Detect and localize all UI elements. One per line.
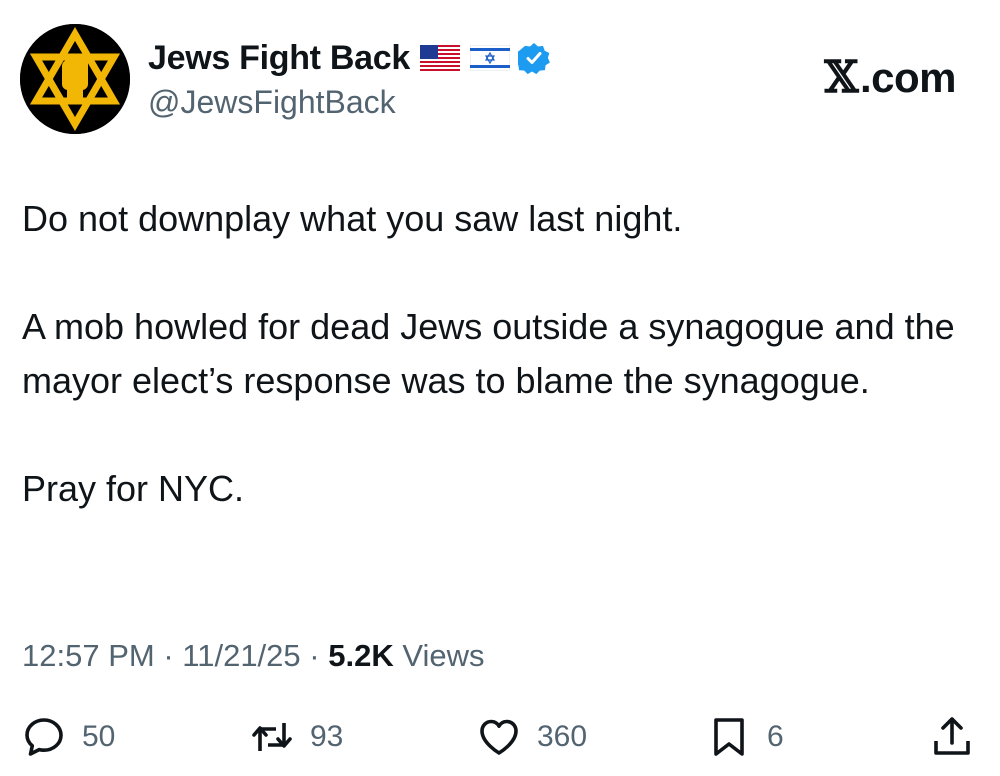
bookmark-button[interactable]: 6	[707, 712, 784, 762]
us-flag-icon	[419, 45, 460, 71]
tweet-paragraph: Pray for NYC.	[22, 468, 245, 509]
tweet-paragraph: Do not downplay what you saw last night.	[22, 198, 683, 239]
reply-icon	[25, 718, 63, 756]
x-com-brand: 𝕏 .com	[824, 52, 956, 103]
share-button[interactable]	[930, 712, 974, 762]
meta-separator: ·	[163, 638, 174, 673]
share-icon	[934, 717, 970, 755]
reply-count: 50	[82, 720, 116, 753]
name-row: Jews Fight Back	[148, 38, 550, 78]
repost-icon	[252, 723, 292, 751]
tweet-text: Do not downplay what you saw last night.…	[22, 192, 982, 516]
tweet-time[interactable]: 12:57 PM	[22, 638, 155, 673]
views-label: Views	[402, 638, 485, 673]
repost-button[interactable]: 93	[250, 712, 343, 762]
israel-flag-icon	[469, 45, 510, 71]
reply-button[interactable]: 50	[22, 712, 115, 762]
star-of-david-fist-icon	[20, 24, 130, 134]
tweet-meta: 12:57 PM · 11/21/25 · 5.2K Views	[22, 638, 484, 674]
tweet-paragraph: A mob howled for dead Jews outside a syn…	[22, 306, 955, 401]
tweet-header: Jews Fight Back @JewsFightBack 𝕏 .com	[20, 24, 980, 134]
action-bar: 50 93 360 6	[22, 712, 982, 762]
meta-separator: ·	[309, 638, 320, 673]
author-handle[interactable]: @JewsFightBack	[148, 84, 550, 121]
author-names: Jews Fight Back @JewsFightBack	[148, 38, 550, 121]
x-logo-icon: 𝕏	[824, 52, 858, 103]
bookmark-icon	[714, 718, 744, 756]
like-count: 360	[537, 720, 588, 753]
heart-icon	[480, 719, 518, 755]
like-button[interactable]: 360	[477, 712, 587, 762]
verified-badge-icon	[517, 42, 550, 74]
repost-count: 93	[310, 720, 344, 753]
avatar[interactable]	[20, 24, 130, 134]
bookmark-count: 6	[767, 720, 784, 753]
brand-label: .com	[859, 53, 957, 101]
display-name[interactable]: Jews Fight Back	[148, 39, 410, 78]
views-count: 5.2K	[328, 638, 394, 673]
tweet-date[interactable]: 11/21/25	[182, 638, 300, 673]
